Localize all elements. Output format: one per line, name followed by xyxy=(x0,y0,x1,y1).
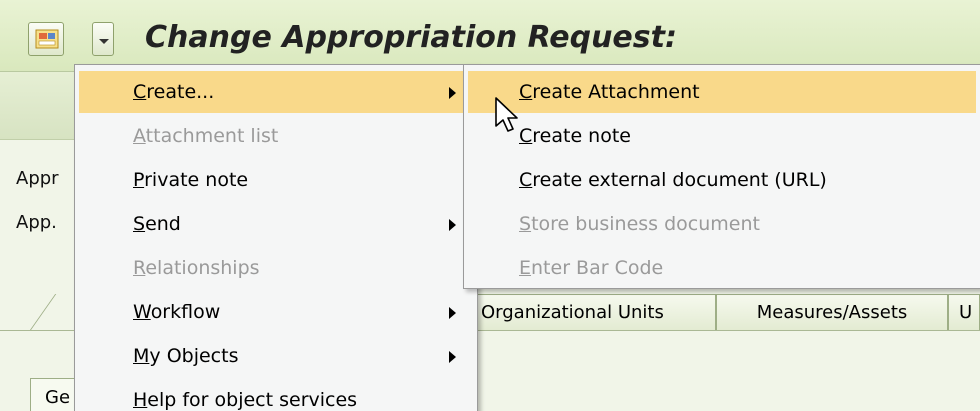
submenu-item-create-attachment[interactable]: Create Attachment xyxy=(468,71,976,113)
menu-item-help-object-services[interactable]: Help for object services xyxy=(79,379,473,411)
menu-item-label: reate note xyxy=(532,125,631,147)
tab-label: Measures/Assets xyxy=(756,302,908,323)
menu-item-label: rivate note xyxy=(144,169,249,191)
menu-item-my-objects[interactable]: My Objects xyxy=(79,335,473,377)
tab-next-partial[interactable]: U xyxy=(948,294,980,330)
menu-item-label: y Objects xyxy=(149,345,239,367)
menu-item-label: ttachment list xyxy=(145,125,279,147)
mnemonic: C xyxy=(133,81,147,103)
tab-organizational-units[interactable]: Organizational Units xyxy=(470,294,716,330)
object-services-icon xyxy=(35,29,59,49)
chevron-right-icon xyxy=(449,219,456,231)
menu-item-label: end xyxy=(145,213,181,235)
object-services-menu: Create... Attachment list Private note S… xyxy=(74,64,478,411)
chevron-right-icon xyxy=(449,307,456,319)
tab-label: U xyxy=(959,302,973,323)
create-submenu: Create Attachment Create note Create ext… xyxy=(463,64,980,289)
mnemonic: W xyxy=(133,301,151,323)
menu-item-label: orkflow xyxy=(150,301,221,323)
menu-item-label: reate Attachment xyxy=(532,81,700,103)
menu-item-create[interactable]: Create... xyxy=(79,71,473,113)
mnemonic: M xyxy=(133,345,150,367)
appropriation-request-label: Appr xyxy=(16,168,59,189)
menu-item-label: tore business document xyxy=(531,213,760,235)
menu-item-label: reate external document (URL) xyxy=(532,169,827,191)
chevron-right-icon xyxy=(449,351,456,363)
menu-item-label: reate... xyxy=(146,81,215,103)
menu-item-workflow[interactable]: Workflow xyxy=(79,291,473,333)
mnemonic: C xyxy=(519,125,533,147)
object-services-dropdown-button[interactable] xyxy=(92,22,114,56)
page-title: Change Appropriation Request: xyxy=(145,20,677,55)
app-request-type-label: App. xyxy=(16,212,57,233)
mnemonic: R xyxy=(133,257,146,279)
mnemonic: C xyxy=(519,169,533,191)
mnemonic: P xyxy=(133,169,145,191)
tab-measures-assets[interactable]: Measures/Assets xyxy=(716,294,948,330)
submenu-item-create-note[interactable]: Create note xyxy=(468,115,976,157)
mnemonic: S xyxy=(519,213,532,235)
menu-item-send[interactable]: Send xyxy=(79,203,473,245)
submenu-item-create-external-document[interactable]: Create external document (URL) xyxy=(468,159,976,201)
menu-item-label: elp for object services xyxy=(147,389,358,411)
submenu-item-store-business-document[interactable]: Store business document xyxy=(468,203,976,245)
menu-item-relationships[interactable]: Relationships xyxy=(79,247,473,289)
mnemonic: S xyxy=(133,213,146,235)
chevron-down-icon xyxy=(99,39,109,44)
title-bar: Change Appropriation Request: xyxy=(0,0,980,72)
object-services-button[interactable] xyxy=(28,22,64,56)
mouse-cursor-icon xyxy=(495,97,518,132)
chevron-right-icon xyxy=(449,87,456,99)
menu-item-label: elationships xyxy=(145,257,260,279)
mnemonic: A xyxy=(133,125,146,147)
mnemonic: C xyxy=(519,81,533,103)
menu-item-label: nter Bar Code xyxy=(531,257,664,279)
subtab-label: Ge xyxy=(45,387,71,408)
mnemonic: H xyxy=(133,389,148,411)
menu-item-private-note[interactable]: Private note xyxy=(79,159,473,201)
submenu-item-enter-bar-code[interactable]: Enter Bar Code xyxy=(468,247,976,289)
menu-item-attachment-list[interactable]: Attachment list xyxy=(79,115,473,157)
tab-label: Organizational Units xyxy=(481,302,664,323)
mnemonic: E xyxy=(519,257,532,279)
